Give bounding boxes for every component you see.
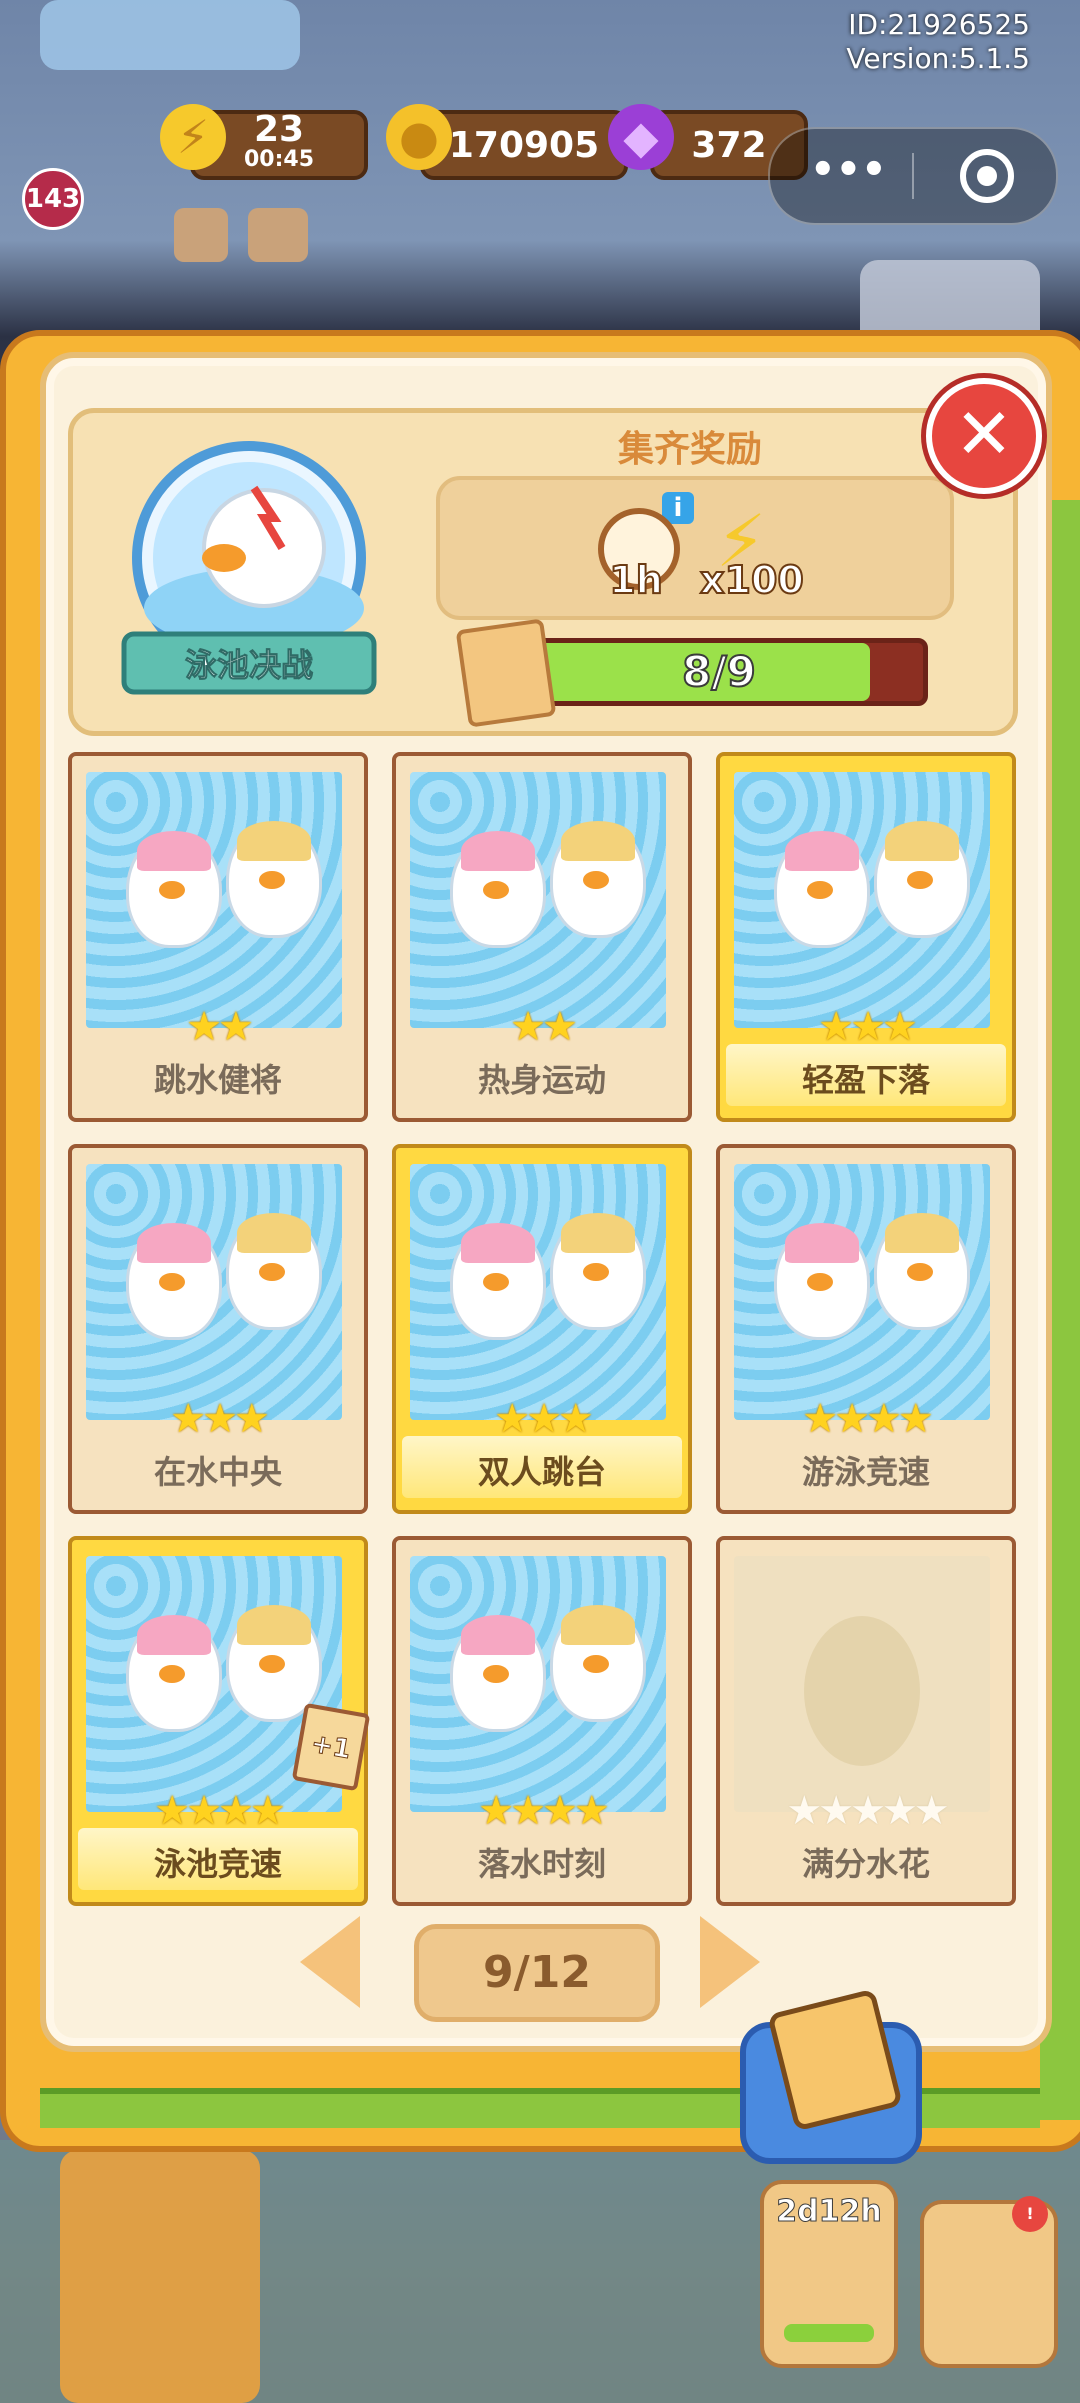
level-badge[interactable]: 143: [22, 168, 84, 230]
chick-character: [450, 1223, 546, 1340]
chick-character: [126, 1223, 222, 1340]
card-name: 双人跳台: [402, 1436, 682, 1498]
chick-character: [450, 831, 546, 948]
reward-box: [436, 476, 954, 620]
album-card[interactable]: ★★★★ 游泳竞速: [716, 1144, 1016, 1514]
chick-character: [126, 1615, 222, 1732]
card-artwork: [734, 772, 990, 1028]
album-card[interactable]: ★★★ 在水中央: [68, 1144, 368, 1514]
level-value: 143: [25, 184, 81, 214]
card-name: 游泳竞速: [801, 1453, 930, 1491]
chick-character: [550, 1213, 646, 1330]
card-name: 轻盈下落: [726, 1044, 1006, 1106]
card-name: 在水中央: [153, 1453, 282, 1491]
page-indicator: 9/12: [414, 1924, 660, 2022]
progress-text: 8/9: [681, 646, 757, 697]
chick-character: [126, 831, 222, 948]
lightning-boost-icon[interactable]: [60, 2150, 260, 2403]
arrow-left-icon[interactable]: [300, 1916, 360, 2008]
card-name: 泳池竞速: [78, 1828, 358, 1890]
album-card[interactable]: ★★★★★ 满分水花: [716, 1536, 1016, 1906]
scene-pool: [40, 0, 300, 70]
locked-silhouette: [804, 1616, 920, 1766]
card-name: 满分水花: [801, 1845, 930, 1883]
album-card[interactable]: ★★★★ 泳池竞速 +1: [68, 1536, 371, 1906]
chick-character: [874, 821, 970, 938]
id-text: ID:21926525: [848, 8, 1030, 41]
event-card-icon[interactable]: 2d12h: [760, 2180, 898, 2368]
album-card[interactable]: ★★★ 双人跳台: [392, 1144, 692, 1514]
reward-title: 集齐奖励: [617, 429, 762, 470]
chick-character: [550, 1605, 646, 1722]
chick-character: [874, 1213, 970, 1330]
card-artwork: [410, 772, 666, 1028]
chick-character: [774, 1223, 870, 1340]
version-text: Version:5.1.5: [846, 42, 1030, 75]
notification-badge: !: [1012, 2196, 1048, 2232]
energy-value: 23: [253, 109, 305, 150]
album-card[interactable]: ★★★ 轻盈下落: [716, 752, 1016, 1122]
arrow-right-icon[interactable]: [700, 1916, 760, 2008]
target-icon[interactable]: [960, 149, 1014, 203]
card-name: 跳水健将: [153, 1061, 282, 1099]
album-title: 泳池决战: [184, 646, 313, 685]
settings-gear-icon[interactable]: [174, 208, 228, 262]
chick-character: [226, 821, 322, 938]
close-button[interactable]: ✕: [926, 378, 1042, 494]
gem-value: 372: [691, 124, 767, 166]
chick-character: [450, 1615, 546, 1732]
gem-icon: ◆: [608, 104, 674, 170]
lightning-icon: ⚡: [160, 104, 226, 170]
reward-energy: x100: [699, 557, 805, 603]
chick-character: [550, 821, 646, 938]
close-x-icon: ✕: [954, 393, 1014, 475]
duplicate-badge: +1: [291, 1702, 371, 1792]
album-card[interactable]: ★★★★ 落水时刻: [392, 1536, 692, 1906]
capsule-divider: [912, 153, 914, 199]
card-artwork: [410, 1164, 666, 1420]
chick-character: [226, 1213, 322, 1330]
card-name: 落水时刻: [477, 1845, 606, 1883]
miniprogram-capsule: •••: [768, 127, 1058, 225]
coin-value: 170905: [448, 124, 600, 166]
album-card[interactable]: ★★ 热身运动: [392, 752, 692, 1122]
coin-icon: ●: [386, 104, 452, 170]
mail-icon[interactable]: [248, 208, 308, 262]
more-dots-icon[interactable]: •••: [810, 150, 887, 195]
card-artwork: [86, 1164, 342, 1420]
reward-time: 1h: [608, 557, 664, 603]
card-artwork: [86, 772, 342, 1028]
card-artwork: [734, 1164, 990, 1420]
album-card[interactable]: ★★ 跳水健将: [68, 752, 368, 1122]
card-artwork: [734, 1556, 990, 1812]
energy-timer: 00:45: [243, 147, 315, 172]
coin-counter[interactable]: 170905: [420, 110, 628, 180]
chick-character: [774, 831, 870, 948]
card-artwork: [410, 1556, 666, 1812]
card-name: 热身运动: [477, 1061, 606, 1099]
event-progress: [784, 2324, 874, 2342]
event-timer: 2d12h: [776, 2194, 882, 2230]
